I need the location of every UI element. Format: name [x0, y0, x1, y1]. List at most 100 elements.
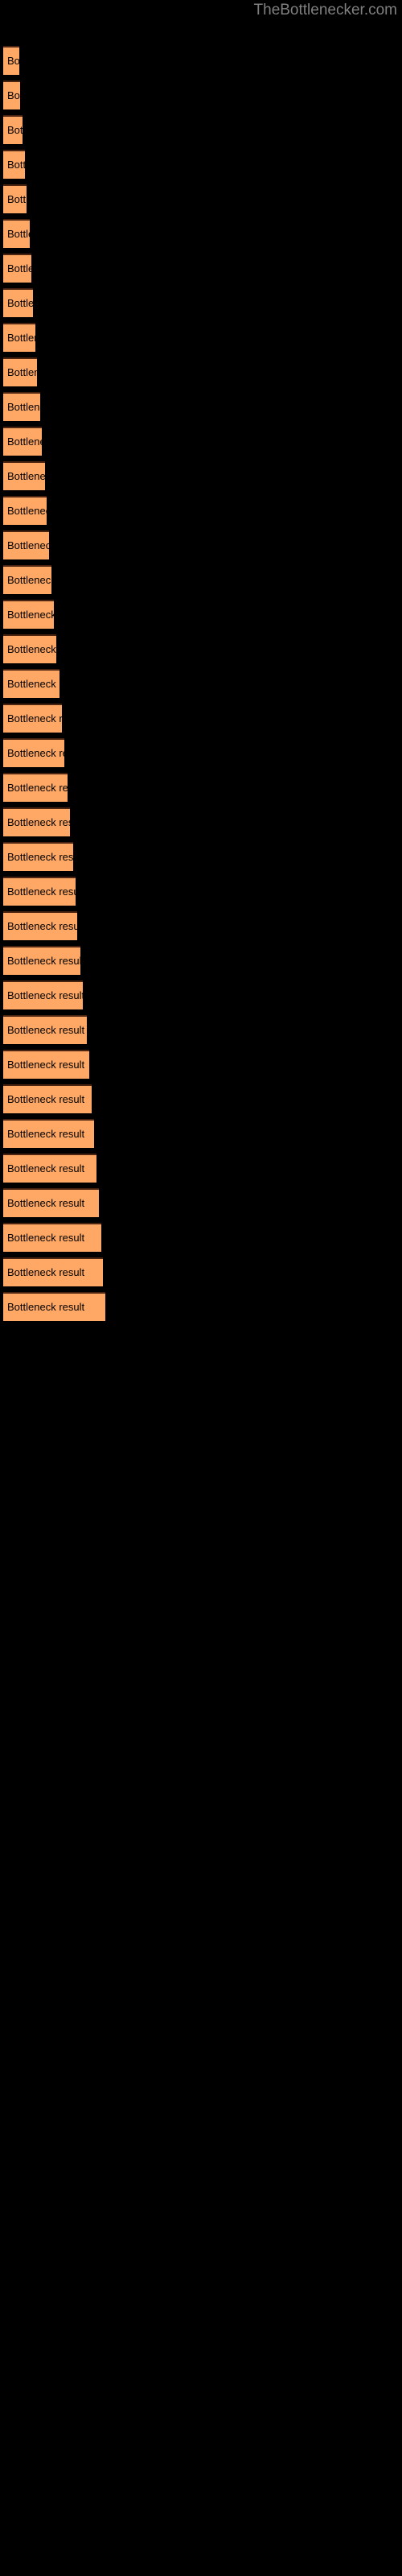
bar[interactable]: Bottleneck result — [3, 1223, 101, 1252]
bar-row: Bottleneck result — [0, 600, 402, 629]
bar[interactable]: Bottleneck result — [3, 1292, 105, 1321]
bar[interactable]: Bottleneck result — [3, 565, 84, 594]
bar-chart: Bottleneck result Bottleneck result Bottle… — [0, 0, 402, 2576]
bar[interactable]: Bottleneck result — [3, 980, 85, 1009]
bar-label: Bottleneck result — [7, 332, 85, 344]
bar[interactable]: Bottleneck result — [3, 773, 84, 802]
site-watermark-title: TheBottlenecker.com — [253, 2, 397, 19]
bar[interactable]: Bottleneck result — [3, 704, 84, 733]
bar[interactable]: Bottleneck result — [3, 427, 84, 456]
bar-row: Bottleneck result — [0, 1050, 402, 1079]
bar-row: Bottleneck result — [0, 46, 402, 75]
bar[interactable]: Bottleneck result — [3, 911, 84, 940]
bar-label: Bottleneck result — [7, 851, 85, 863]
bar-row: Bottleneck result — [0, 1188, 402, 1217]
bar-label: Bottleneck result — [7, 747, 85, 759]
bar-row: Bottleneck result — [0, 773, 402, 802]
bar-label: Bottleneck result — [7, 159, 85, 171]
bar-label: Bottleneck result — [7, 1128, 85, 1140]
bar-row: Bottleneck result — [0, 842, 402, 871]
bar-label: Bottleneck result — [7, 712, 85, 724]
bar[interactable]: Bottleneck result — [3, 392, 84, 421]
bar[interactable]: Bottleneck result — [3, 1084, 92, 1113]
bar[interactable]: Bottleneck result — [3, 1154, 96, 1183]
bar-label: Bottleneck result — [7, 1162, 85, 1174]
bar-label: Bottleneck result — [7, 55, 85, 67]
bar[interactable]: Bottleneck result — [3, 496, 84, 525]
bar-row: Bottleneck result — [0, 184, 402, 213]
bar[interactable]: Bottleneck result — [3, 184, 84, 213]
bar[interactable]: Bottleneck result — [3, 323, 84, 352]
bar-label: Bottleneck result — [7, 228, 85, 240]
bar-label: Bottleneck result — [7, 643, 85, 655]
bar-label: Bottleneck result — [7, 539, 85, 551]
bar-row: Bottleneck result 4 — [0, 1257, 402, 1286]
bar-row: Bottleneck result — [0, 1119, 402, 1148]
bar-row: Bottleneck result — [0, 150, 402, 179]
bar[interactable]: Bottleneck result — [3, 669, 84, 698]
bar[interactable]: Bottleneck result — [3, 1257, 103, 1286]
bar-row: Bottleneck result — [0, 496, 402, 525]
bar-label: Bottleneck result — [7, 1301, 85, 1313]
bar-row: Bottleneck result — [0, 115, 402, 144]
bar[interactable]: Bottleneck result — [3, 530, 84, 559]
bar[interactable]: Bottleneck result — [3, 150, 84, 179]
bar[interactable]: Bottleneck result — [3, 1050, 89, 1079]
bar-label: Bottleneck result — [7, 1197, 85, 1209]
bar-value-label: 4 — [105, 1265, 111, 1278]
bar-row: Bottleneck result — [0, 392, 402, 421]
bar[interactable]: Bottleneck result — [3, 461, 84, 490]
bar[interactable]: Bottleneck result — [3, 842, 84, 871]
bar-row: Bottleneck result — [0, 80, 402, 109]
bar-label: Bottleneck result — [7, 955, 85, 967]
bar-label: Bottleneck result — [7, 89, 85, 101]
bar[interactable]: Bottleneck result — [3, 634, 84, 663]
bar-label: Bottleneck result — [7, 1266, 85, 1278]
bar-label: Bottleneck result — [7, 124, 85, 136]
bar-row: Bottleneck result — [0, 634, 402, 663]
bar-label: Bottleneck result — [7, 193, 85, 205]
bar[interactable]: Bottleneck result — [3, 946, 84, 975]
bar[interactable]: Bottleneck result — [3, 807, 84, 836]
bar[interactable]: Bottleneck result — [3, 738, 84, 767]
bar-label: Bottleneck result — [7, 886, 85, 898]
bar-label: Bottleneck result — [7, 989, 85, 1001]
bar-row: Bottleneck result — [0, 427, 402, 456]
bar-row: Bottleneck result — [0, 911, 402, 940]
bar-row: Bottleneck result — [0, 357, 402, 386]
bar-label: Bottleneck result — [7, 1232, 85, 1244]
bar-row: Bottleneck result — [0, 946, 402, 975]
bar-row: Bottleneck result — [0, 323, 402, 352]
bar-row: Bottleneck result — [0, 738, 402, 767]
bar-row: Bottleneck result — [0, 1015, 402, 1044]
bar-row: Bottleneck result — [0, 877, 402, 906]
bar[interactable]: Bottleneck result — [3, 46, 84, 75]
bar-label: Bottleneck result — [7, 401, 85, 413]
bar-row: Bottleneck result — [0, 1292, 402, 1321]
bar-row: Bottleneck result — [0, 807, 402, 836]
bar-row: Bottleneck result — [0, 669, 402, 698]
bar-row: Bottleneck result — [0, 530, 402, 559]
bar[interactable]: Bottleneck result — [3, 357, 84, 386]
bar-row: Bottleneck result — [0, 980, 402, 1009]
bar[interactable]: Bottleneck result — [3, 1188, 99, 1217]
bar[interactable]: Bottleneck result — [3, 1015, 87, 1044]
bar-row: Bottleneck result — [0, 254, 402, 283]
bar-label: Bottleneck result — [7, 782, 85, 794]
bar[interactable]: Bottleneck result — [3, 1119, 94, 1148]
bar-label: Bottleneck result — [7, 920, 85, 932]
bar-row: Bottleneck result — [0, 1223, 402, 1252]
bar[interactable]: Bottleneck result — [3, 80, 84, 109]
bar[interactable]: Bottleneck result — [3, 219, 84, 248]
bar-row: Bottleneck result — [0, 565, 402, 594]
bar-label: Bottleneck result — [7, 1024, 85, 1036]
bar-row: Bottleneck result — [0, 219, 402, 248]
bar[interactable]: Bottleneck result — [3, 115, 84, 144]
bar[interactable]: Bottleneck result — [3, 877, 84, 906]
bar-label: Bottleneck result — [7, 436, 85, 448]
bar[interactable]: Bottleneck result — [3, 288, 84, 317]
bar[interactable]: Bottleneck result — [3, 600, 84, 629]
bar[interactable]: Bottleneck result — [3, 254, 84, 283]
bar-row: Bottleneck result — [0, 704, 402, 733]
bar-label: Bottleneck result — [7, 609, 85, 621]
